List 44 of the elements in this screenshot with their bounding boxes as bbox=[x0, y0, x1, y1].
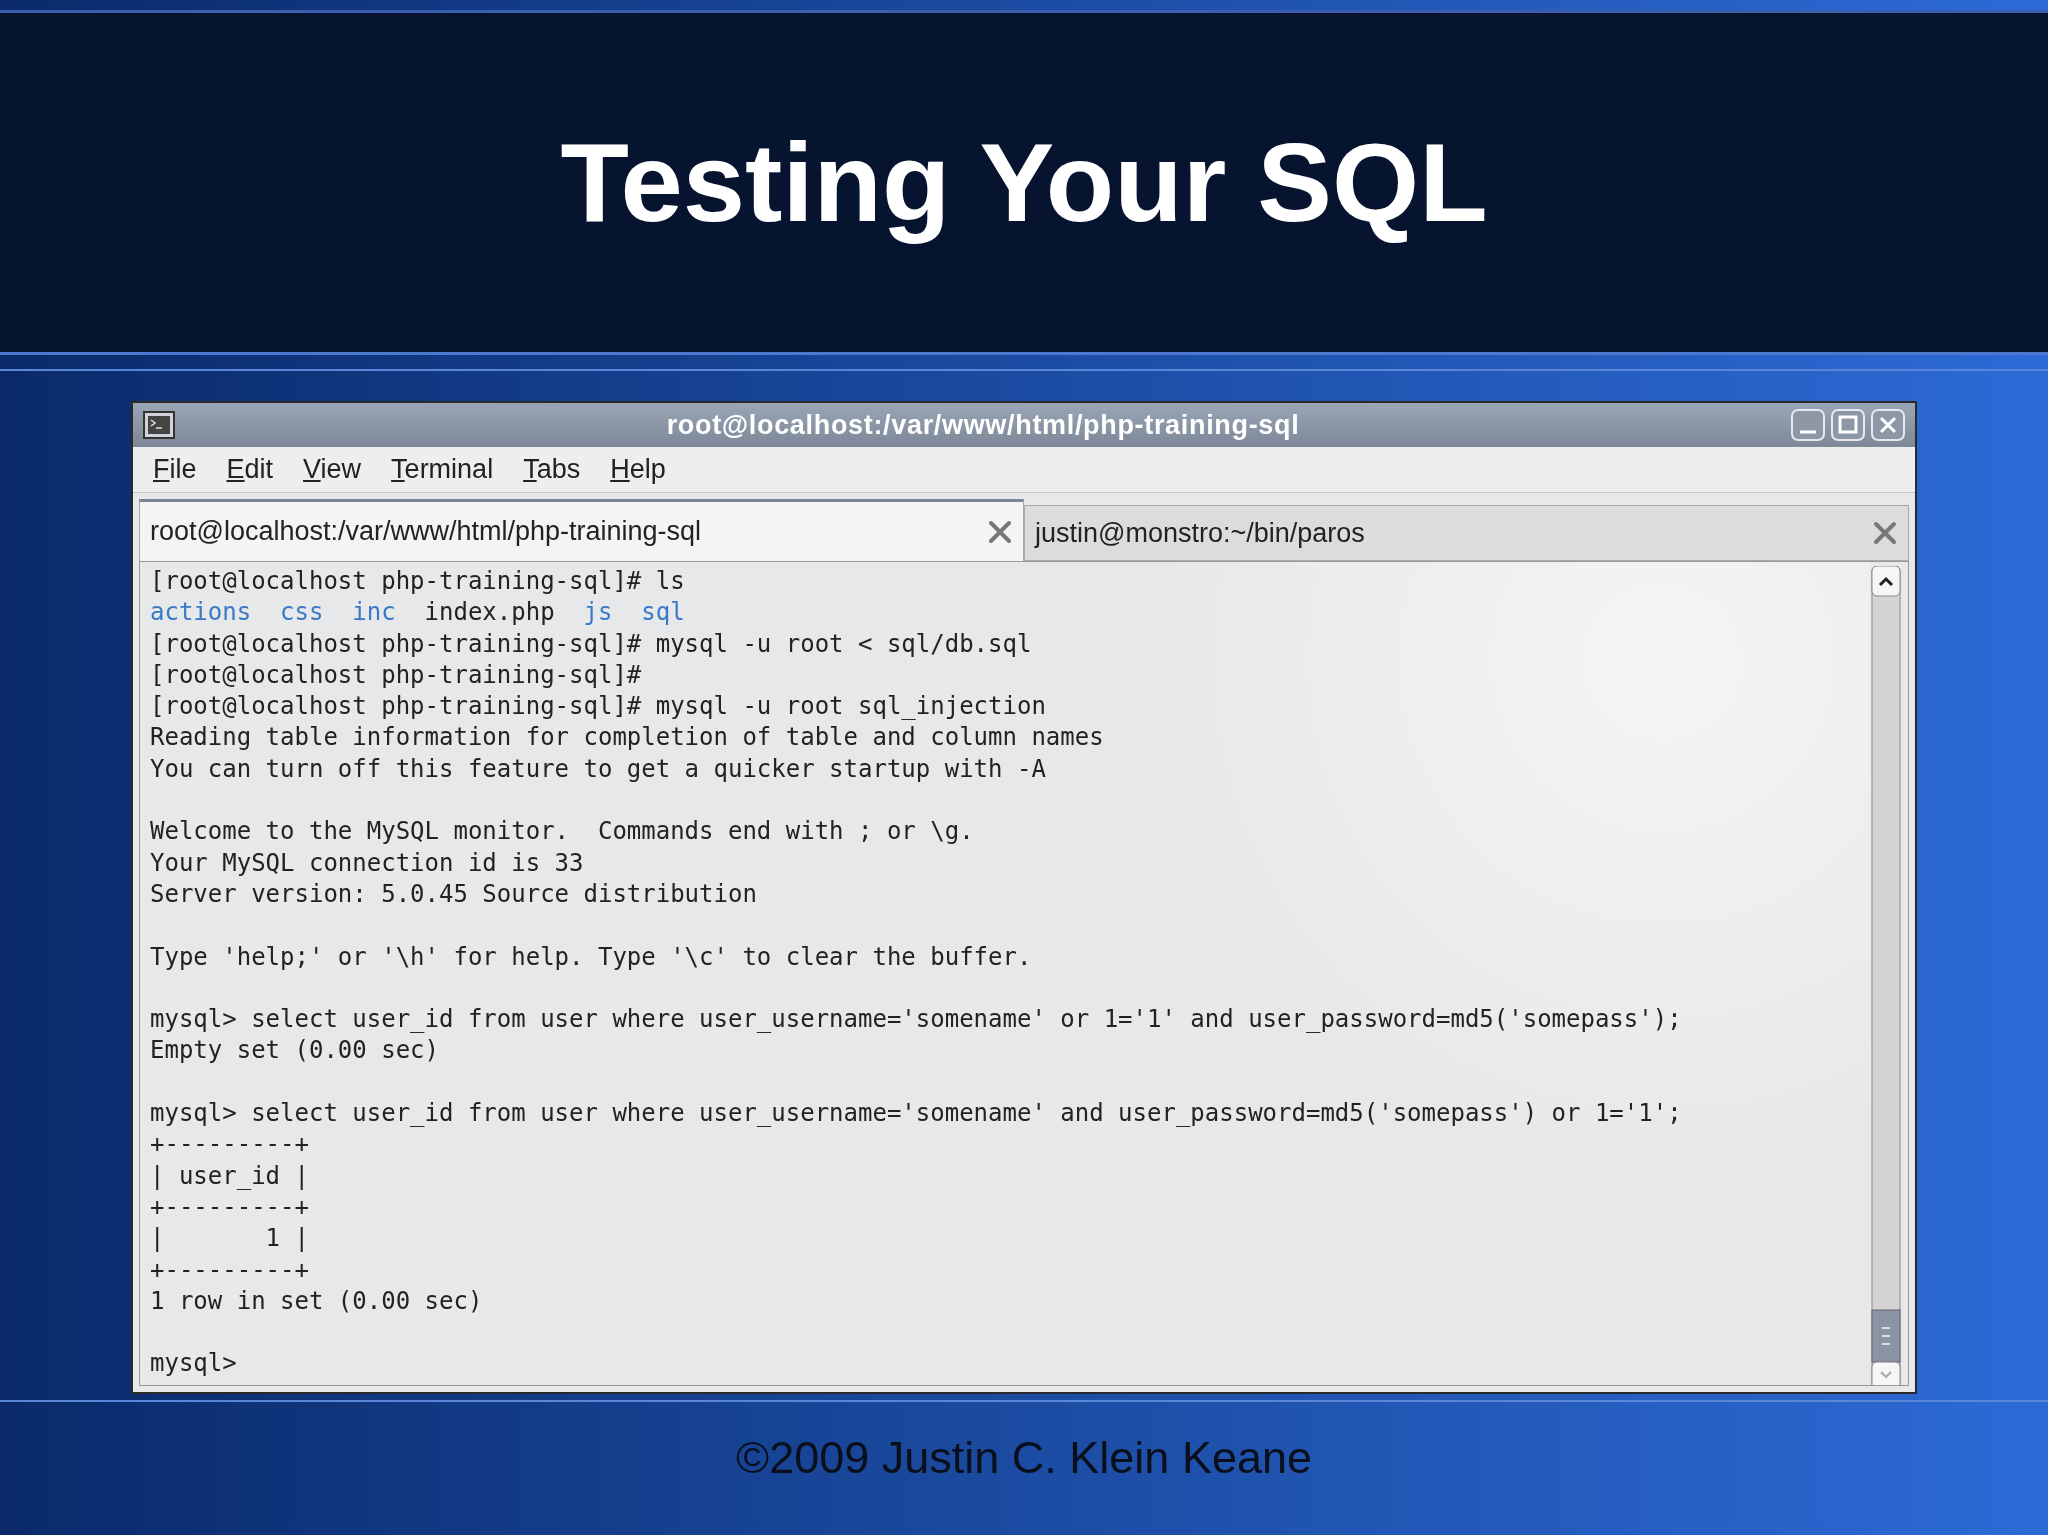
directory-name: actions bbox=[150, 597, 252, 629]
terminal-line: +---------+ bbox=[150, 1129, 309, 1161]
directory-name: css bbox=[280, 597, 324, 629]
scrollbar[interactable] bbox=[1870, 566, 1902, 1385]
terminal-line: [root@localhost php-training-sql]# ls bbox=[150, 566, 685, 597]
menu-item[interactable]: Edit bbox=[226, 449, 274, 490]
terminal-line: Type 'help;' or '\h' for help. Type '\c' to clear the buffer. bbox=[150, 941, 1032, 973]
terminal-line: | user_id | bbox=[150, 1160, 309, 1192]
terminal-icon bbox=[143, 411, 175, 439]
terminal-line: +---------+ bbox=[150, 1191, 309, 1223]
close-tab-icon[interactable] bbox=[1872, 520, 1898, 546]
terminal-line: You can turn off this feature to get a quicker startup with -A bbox=[150, 753, 1046, 785]
menu-item[interactable]: Terminal bbox=[391, 449, 494, 490]
maximize-icon[interactable] bbox=[1831, 409, 1865, 441]
terminal-line: [root@localhost php-training-sql]# mysql -u root < sql/db.sql bbox=[150, 628, 1032, 660]
slide-title: Testing Your SQL bbox=[560, 118, 1488, 247]
terminal-tab[interactable]: justin@monstro:~/bin/paros bbox=[1024, 505, 1909, 561]
terminal-line: mysql> select user_id from user where user_username='somename' or 1='1' and user_password=md5('somepass'); bbox=[150, 1004, 1682, 1036]
terminal-line: +---------+ bbox=[150, 1254, 309, 1286]
directory-name: js bbox=[583, 597, 613, 629]
file-name: index.php bbox=[424, 597, 555, 629]
terminal-line: | 1 | bbox=[150, 1223, 309, 1255]
terminal-line: Welcome to the MySQL monitor. Commands end with ; or \g. bbox=[150, 816, 974, 848]
directory-name: inc bbox=[352, 597, 396, 629]
terminal-line: [root@localhost php-training-sql]# bbox=[150, 659, 642, 691]
terminal-line: Reading table information for completion of table and column names bbox=[150, 722, 1104, 754]
menu-item[interactable]: View bbox=[303, 449, 362, 490]
terminal-line: mysql> select user_id from user where user_username='somename' and user_password=md5('somepass') or 1='1'; bbox=[150, 1098, 1682, 1130]
menu-item[interactable]: Tabs bbox=[523, 449, 581, 490]
terminal-line: Server version: 5.0.45 Source distribution bbox=[150, 878, 757, 910]
close-tab-icon[interactable] bbox=[987, 518, 1013, 545]
window-title: root@localhost:/var/www/html/php-training-sql bbox=[665, 408, 1301, 442]
directory-name: sql bbox=[641, 597, 685, 629]
menu-item[interactable]: Help bbox=[610, 449, 666, 490]
terminal-line: 1 row in set (0.00 sec) bbox=[150, 1285, 483, 1317]
terminal-line: [root@localhost php-training-sql]# mysql -u root sql_injection bbox=[150, 691, 1046, 723]
terminal-line: Empty set (0.00 sec) bbox=[150, 1035, 439, 1067]
terminal-line: mysql> bbox=[150, 1348, 237, 1380]
slide-footer: ©2009 Justin C. Klein Keane bbox=[736, 1424, 1312, 1492]
terminal-line: Your MySQL connection id is 33 bbox=[150, 847, 584, 879]
menu-item[interactable]: File bbox=[153, 449, 197, 490]
terminal-tab[interactable]: root@localhost:/var/www/html/php-training-sql bbox=[139, 499, 1024, 561]
minimize-icon[interactable] bbox=[1791, 409, 1825, 441]
close-icon[interactable] bbox=[1871, 409, 1905, 441]
